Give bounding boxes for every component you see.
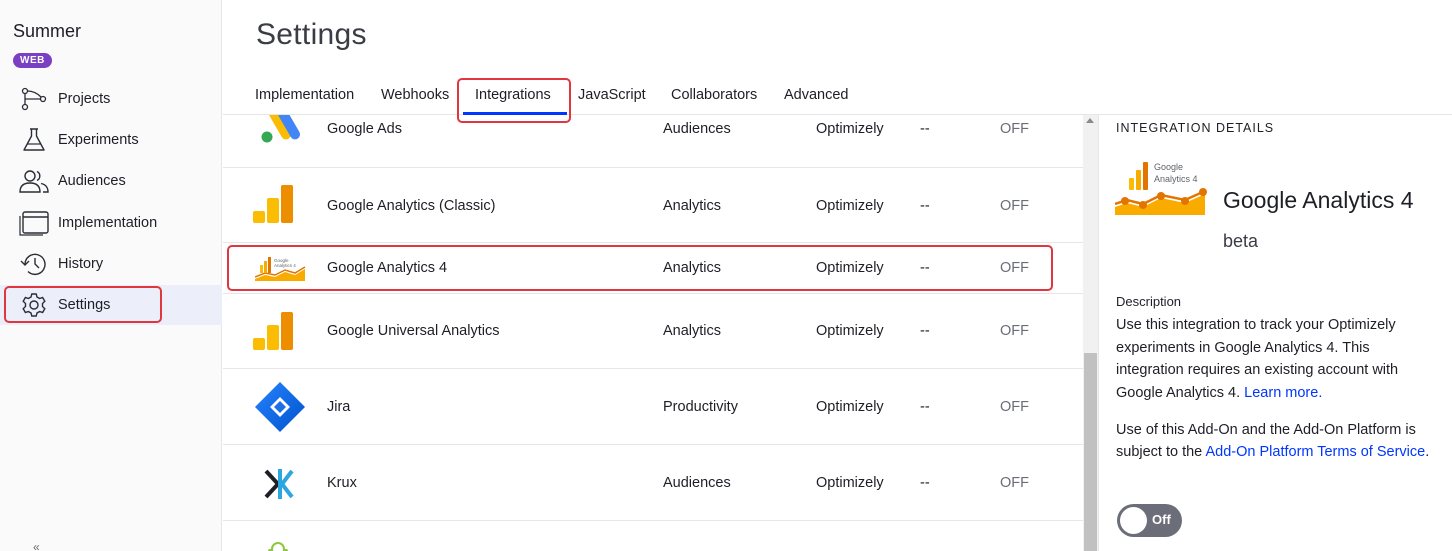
google-ads-icon [261, 115, 300, 143]
integration-category: Analytics [663, 260, 722, 276]
integration-name: Krux [327, 475, 357, 491]
learn-more-link[interactable]: Learn more. [1244, 385, 1322, 401]
integration-owner: Optimizely [816, 475, 884, 491]
details-heading: INTEGRATION DETAILS [1116, 121, 1275, 135]
google-analytics-icon [253, 185, 293, 223]
tab-implementation[interactable]: Implementation [255, 87, 354, 103]
table-row[interactable]: Jira Productivity Optimizely -- OFF [223, 369, 1083, 445]
integration-owner: Optimizely [816, 323, 884, 339]
sidebar-item-experiments[interactable]: Experiments [0, 120, 222, 160]
tab-integrations[interactable]: Integrations [475, 87, 551, 103]
toggle-label: Off [1152, 512, 1171, 527]
sidebar-item-audiences[interactable]: Audiences [0, 161, 222, 201]
integration-extra: -- [920, 260, 930, 276]
project-type-badge: WEB [13, 53, 52, 68]
integration-category: Audiences [663, 121, 731, 137]
integration-name: Google Universal Analytics [327, 323, 500, 339]
terms-suffix: . [1425, 444, 1430, 460]
integration-extra: -- [920, 323, 930, 339]
integration-toggle[interactable]: Off [1117, 504, 1182, 537]
description-text: Use this integration to track your Optim… [1116, 314, 1441, 404]
integration-name: Jira [327, 399, 351, 415]
integration-name: Google Analytics 4 [327, 260, 448, 276]
gear-icon [22, 293, 46, 317]
integration-name: Google Analytics (Classic) [327, 198, 496, 214]
integration-extra: -- [920, 198, 930, 214]
terms-text: Use of this Add-On and the Add-On Platfo… [1116, 419, 1446, 463]
description-label: Description [1116, 294, 1182, 309]
krux-icon [264, 469, 294, 499]
table-row[interactable]: Krux Audiences Optimizely -- OFF [223, 445, 1083, 521]
integrations-table: Google Ads Audiences Optimizely -- OFF G… [223, 115, 1083, 551]
window-icon [19, 211, 49, 236]
scroll-up-icon[interactable] [1086, 118, 1094, 123]
tab-javascript[interactable]: JavaScript [578, 87, 646, 103]
integration-name: Google Ads [327, 121, 402, 137]
sidebar: Summer WEB Projects Experiments Audience… [0, 0, 222, 551]
tab-advanced[interactable]: Advanced [784, 87, 849, 103]
page-title: Settings [256, 18, 367, 51]
tab-webhooks[interactable]: Webhooks [381, 87, 449, 103]
integration-status: OFF [1000, 475, 1029, 491]
integration-category: Audiences [663, 475, 731, 491]
integration-owner: Optimizely [816, 198, 884, 214]
project-name[interactable]: Summer [13, 21, 81, 42]
collapse-icon[interactable]: « [33, 540, 40, 551]
sidebar-item-label: Implementation [58, 215, 158, 231]
terms-of-service-link[interactable]: Add-On Platform Terms of Service [1205, 444, 1425, 460]
sidebar-item-label: Settings [58, 297, 111, 313]
sidebar-item-label: History [58, 256, 104, 272]
sidebar-item-label: Experiments [58, 132, 139, 148]
integration-status: OFF [1000, 323, 1029, 339]
sidebar-item-settings[interactable]: Settings [0, 285, 222, 325]
projects-icon [21, 87, 47, 111]
integration-details-panel: INTEGRATION DETAILS Google Analytics 4 G… [1098, 115, 1452, 551]
table-row[interactable]: Google Ads Audiences Optimizely -- OFF [223, 115, 1083, 168]
integration-status: OFF [1000, 121, 1029, 137]
tab-bar: Implementation Webhooks Integrations Jav… [223, 78, 1452, 115]
sidebar-item-label: Audiences [58, 173, 126, 189]
ga4-logo-text: Analytics 4 [1154, 174, 1198, 184]
details-beta-tag: beta [1223, 231, 1259, 251]
sidebar-item-implementation[interactable]: Implementation [0, 203, 222, 243]
ga4-logo-text: Analytics 4 [274, 263, 296, 268]
details-integration-name: Google Analytics 4 [1223, 187, 1414, 213]
integration-logo-icon [268, 542, 288, 551]
integration-status: OFF [1000, 198, 1029, 214]
integration-status: OFF [1000, 260, 1029, 276]
integration-extra: -- [920, 399, 930, 415]
google-analytics-icon [253, 312, 293, 350]
people-icon [19, 170, 49, 193]
integration-extra: -- [920, 475, 930, 491]
table-row[interactable]: Google Universal Analytics Analytics Opt… [223, 294, 1083, 369]
integration-category: Analytics [663, 198, 722, 214]
tab-collaborators[interactable]: Collaborators [671, 87, 757, 103]
integration-status: OFF [1000, 399, 1029, 415]
integration-owner: Optimizely [816, 260, 884, 276]
integration-extra: -- [920, 121, 930, 137]
table-row-selected[interactable]: Google Analytics 4 Google Analytics 4 An… [223, 243, 1083, 294]
sidebar-item-projects[interactable]: Projects [0, 79, 222, 119]
google-analytics-4-icon: Google Analytics 4 [255, 257, 306, 281]
scrollbar-thumb[interactable] [1084, 353, 1097, 551]
table-scrollbar[interactable] [1083, 115, 1098, 551]
integration-owner: Optimizely [816, 399, 884, 415]
integration-category: Productivity [663, 399, 738, 415]
integration-owner: Optimizely [816, 121, 884, 137]
ga4-logo-text: Google [1154, 162, 1183, 172]
sidebar-item-history[interactable]: History [0, 244, 222, 284]
google-analytics-4-logo: Google Analytics 4 [1115, 162, 1207, 215]
jira-icon [255, 382, 305, 432]
history-icon [20, 253, 46, 276]
integration-category: Analytics [663, 323, 722, 339]
sidebar-item-label: Projects [58, 91, 111, 107]
table-row[interactable]: Google Analytics (Classic) Analytics Opt… [223, 168, 1083, 243]
toggle-knob [1120, 507, 1147, 534]
flask-icon [23, 128, 45, 151]
